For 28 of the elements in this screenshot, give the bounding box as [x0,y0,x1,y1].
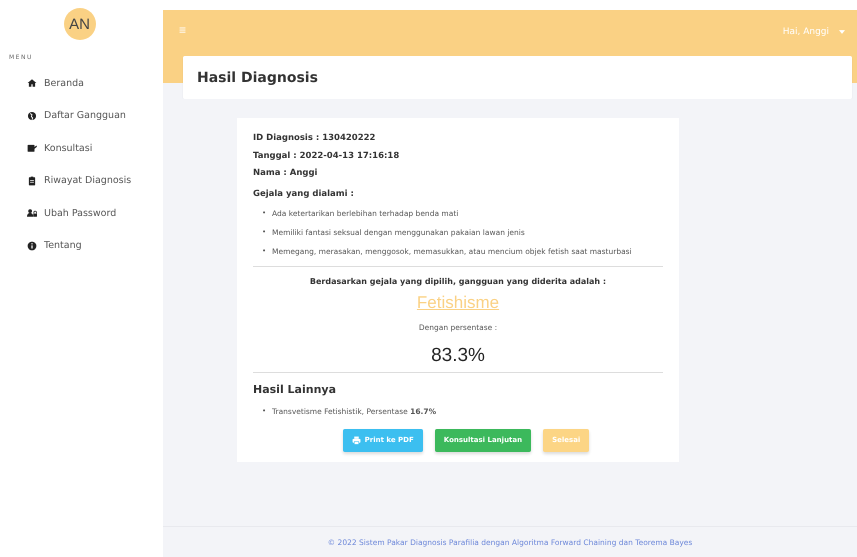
page-title: Hasil Diagnosis [197,70,318,86]
avatar: AN [64,8,96,40]
section-title: Hasil Lainnya [253,382,338,396]
percentage-value: 83.3% [430,344,486,366]
nav-label[interactable]: Riwayat Diagnosis [44,175,132,186]
nav-item[interactable]: Konsultasi [0,132,163,164]
house-icon [27,78,37,88]
nav-item[interactable]: Beranda [0,67,163,100]
globe-icon [27,110,37,121]
nav-label[interactable]: Konsultasi [44,142,92,154]
nav-item[interactable]: Tentang [0,230,163,262]
info-line: Tanggal : 2022-04-13 17:16:18 [253,150,400,162]
nav-item[interactable]: Daftar Gangguan [0,100,163,132]
caret-icon [839,30,845,34]
symptoms-title: Gejala yang dialami : [253,188,355,200]
nav-label[interactable]: Daftar Gangguan [44,110,126,122]
info-icon [27,240,37,251]
nav-item[interactable]: Riwayat Diagnosis [0,164,163,197]
user-lock-icon [27,208,37,218]
nav-label[interactable]: Beranda [44,78,84,89]
conclusion-text: Berdasarkan gejala yang dipilih, gangguan yang diderita adalah : [308,276,608,286]
info-line: ID Diagnosis : 130420222 [253,132,376,145]
nav-label[interactable]: Tentang [44,240,82,252]
nav-label[interactable]: Ubah Password [44,208,116,219]
clipboard-icon [27,176,37,186]
info-line: Nama : Anggi [253,167,318,180]
printer-icon [352,436,361,444]
nav-item[interactable]: Ubah Password [0,197,163,230]
